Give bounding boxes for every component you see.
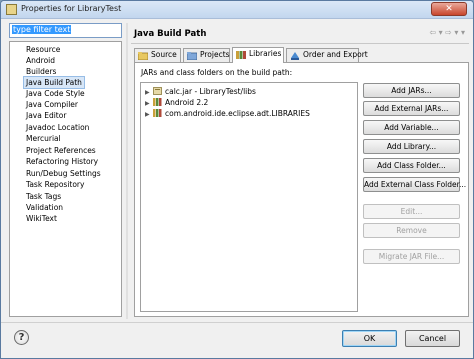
tab-source-label: Source [151, 50, 177, 59]
tree-item-validation[interactable]: Validation [26, 202, 63, 213]
edit-button[interactable]: Edit... [363, 204, 460, 219]
add-variable-button[interactable]: Add Variable... [363, 120, 460, 135]
migrate-jar-button[interactable]: Migrate JAR File... [363, 249, 460, 264]
build-path-tabs: Source Projects Libraries Order and Expo… [134, 47, 464, 63]
page-header: Java Build Path ⇦ ▾ ⇨ ▾ ▾ [131, 23, 469, 41]
close-button[interactable]: ✕ [431, 2, 467, 16]
window-title: Properties for LibraryTest [21, 4, 122, 13]
tree-item-java-compiler[interactable]: Java Compiler [26, 99, 78, 110]
tab-source[interactable]: Source [134, 48, 181, 62]
tree-item-resource[interactable]: Resource [26, 44, 60, 55]
tab-libraries[interactable]: Libraries [232, 47, 284, 63]
tree-item-refactoring-history[interactable]: Refactoring History [26, 156, 98, 167]
tab-order-and-export[interactable]: Order and Export [286, 48, 368, 62]
add-jars-button[interactable]: Add JARs... [363, 83, 460, 98]
title-bar[interactable]: Properties for LibraryTest ✕ [1, 1, 473, 19]
tab-order-and-export-label: Order and Export [303, 50, 368, 59]
expand-arrow-icon[interactable]: ▶ [145, 109, 153, 120]
libraries-tab-panel: JARs and class folders on the build path… [134, 62, 469, 317]
add-external-class-folder-button[interactable]: Add External Class Folder... [363, 177, 466, 192]
properties-dialog: Properties for LibraryTest ✕ type filter… [0, 0, 474, 359]
tree-item-android[interactable]: Android [26, 55, 55, 66]
library-icon [153, 109, 162, 117]
cancel-button[interactable]: Cancel [405, 330, 460, 347]
tab-libraries-label: Libraries [249, 49, 282, 58]
list-item-adt-libraries[interactable]: ▶ com.android.ide.eclipse.adt.LIBRARIES [145, 108, 310, 119]
remove-button[interactable]: Remove [363, 223, 460, 238]
list-item-label: Android 2.2 [165, 98, 209, 107]
eclipse-window-icon [6, 4, 17, 15]
list-item-android-2-2[interactable]: ▶ Android 2.2 [145, 97, 208, 108]
source-folder-icon [138, 52, 148, 60]
add-library-button[interactable]: Add Library... [363, 139, 460, 154]
list-item-label: com.android.ide.eclipse.adt.LIBRARIES [165, 109, 310, 118]
tree-item-javadoc-location[interactable]: Javadoc Location [26, 122, 89, 133]
tree-item-run-debug-settings[interactable]: Run/Debug Settings [26, 168, 101, 179]
libraries-icon [236, 51, 246, 59]
tree-item-wikitext[interactable]: WikiText [26, 213, 57, 224]
button-bar-divider [1, 322, 473, 323]
filter-input[interactable]: type filter text [9, 23, 122, 38]
projects-icon [187, 52, 197, 60]
tree-item-java-build-path[interactable]: Java Build Path [23, 76, 85, 89]
tab-projects-label: Projects [200, 50, 230, 59]
help-icon[interactable]: ? [14, 330, 29, 345]
tree-item-task-repository[interactable]: Task Repository [26, 179, 84, 190]
jar-icon [153, 87, 162, 95]
tab-projects[interactable]: Projects [183, 48, 230, 62]
order-export-icon [291, 52, 299, 60]
history-nav-arrows[interactable]: ⇦ ▾ ⇨ ▾ ▾ [429, 28, 465, 37]
add-external-jars-button[interactable]: Add External JARs... [363, 101, 460, 116]
splitter-sash[interactable] [126, 23, 128, 319]
tree-item-task-tags[interactable]: Task Tags [26, 191, 61, 202]
build-path-entries-list[interactable]: ▶ calc.jar - LibraryTest/libs ▶ Android 2.… [140, 82, 358, 312]
list-item-label: calc.jar - LibraryTest/libs [165, 87, 256, 96]
properties-nav-tree[interactable]: Resource Android Builders Java Build Pat… [9, 41, 122, 317]
header-divider [131, 43, 469, 44]
tree-item-mercurial[interactable]: Mercurial [26, 133, 61, 144]
tree-item-project-references[interactable]: Project References [26, 145, 96, 156]
tree-item-java-code-style[interactable]: Java Code Style [26, 88, 85, 99]
tree-item-builders[interactable]: Builders [26, 66, 56, 77]
libraries-heading: JARs and class folders on the build path… [141, 68, 293, 77]
add-class-folder-button[interactable]: Add Class Folder... [363, 158, 460, 173]
tree-item-java-editor[interactable]: Java Editor [26, 110, 66, 121]
filter-input-text: type filter text [12, 25, 72, 34]
ok-button[interactable]: OK [342, 330, 397, 347]
page-title: Java Build Path [134, 29, 207, 39]
library-icon [153, 98, 162, 106]
list-item-calc-jar[interactable]: ▶ calc.jar - LibraryTest/libs [145, 86, 256, 97]
